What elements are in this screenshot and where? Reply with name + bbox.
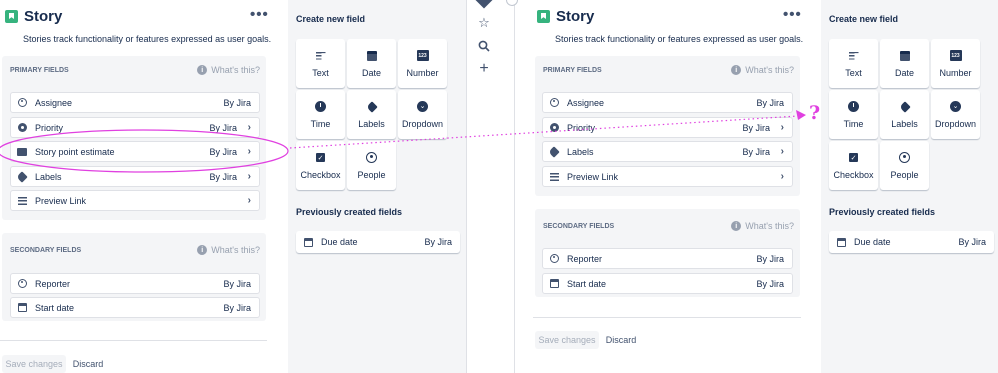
question-mark-annotation: ? [809,102,821,124]
highlight-ellipse [0,129,289,173]
dotted-arrow-line [289,115,799,149]
annotation-overlay [0,110,806,173]
arrow-head [796,110,806,120]
